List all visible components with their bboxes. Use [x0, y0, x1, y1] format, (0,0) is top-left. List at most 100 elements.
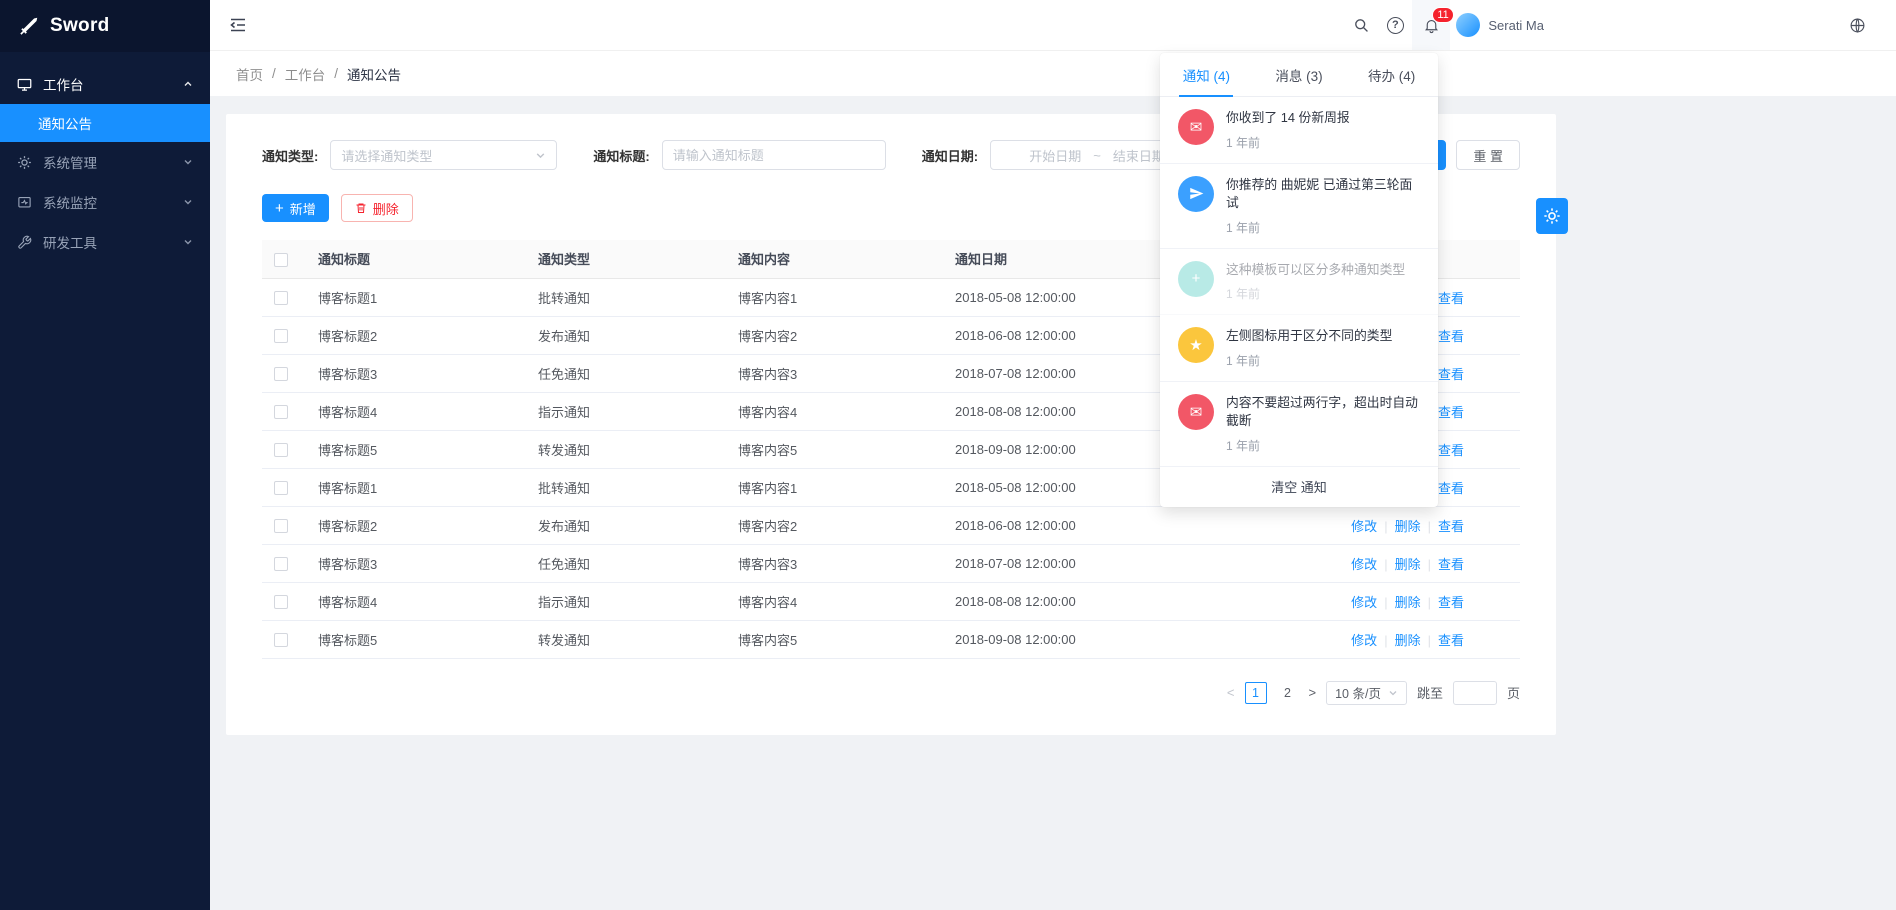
cell-type: 批转通知 — [530, 468, 730, 506]
tab-todo[interactable]: 待办 (4) — [1345, 53, 1438, 96]
help-icon[interactable]: ? — [1378, 0, 1412, 50]
notification-item[interactable]: 你推荐的 曲妮妮 已通过第三轮面试 1 年前 — [1160, 164, 1438, 249]
cell-type: 发布通知 — [530, 506, 730, 544]
row-checkbox[interactable] — [274, 633, 288, 647]
delete-link[interactable]: 删除 — [1395, 519, 1421, 534]
delete-link[interactable]: 删除 — [1395, 595, 1421, 610]
cell-type: 指示通知 — [530, 582, 730, 620]
view-link[interactable]: 查看 — [1438, 405, 1464, 420]
notification-tabs: 通知 (4) 消息 (3) 待办 (4) — [1160, 53, 1438, 97]
view-link[interactable]: 查看 — [1438, 481, 1464, 496]
sidebar-subitem-label: 通知公告 — [38, 113, 92, 133]
chevron-down-icon — [1388, 688, 1398, 698]
cell-title: 博客标题4 — [310, 582, 530, 620]
notice-title-input[interactable] — [662, 140, 886, 170]
bell-icon[interactable]: 11 — [1412, 0, 1450, 50]
chevron-up-icon — [183, 79, 193, 89]
edit-link[interactable]: 修改 — [1351, 519, 1377, 534]
sidebar-item-workbench[interactable]: 工作台 — [0, 64, 210, 104]
row-checkbox[interactable] — [274, 519, 288, 533]
cell-title: 博客标题2 — [310, 506, 530, 544]
delete-link[interactable]: 删除 — [1395, 557, 1421, 572]
cell-date: 2018-09-08 12:00:00 — [947, 620, 1247, 658]
jump-label: 跳至 — [1417, 683, 1443, 702]
row-checkbox[interactable] — [274, 443, 288, 457]
user-menu[interactable]: Serati Ma — [1456, 13, 1544, 37]
search-icon[interactable] — [1344, 0, 1378, 50]
select-all-checkbox[interactable] — [274, 253, 288, 267]
cell-title: 博客标题3 — [310, 544, 530, 582]
cell-type: 发布通知 — [530, 316, 730, 354]
breadcrumb-workbench[interactable]: 工作台 — [285, 64, 326, 84]
notification-item[interactable]: ✉ 你收到了 14 份新周报 1 年前 — [1160, 97, 1438, 164]
filter-type-label: 通知类型: — [262, 146, 318, 165]
pagination: < 1 2 > 10 条/页 跳至 页 — [262, 681, 1520, 705]
view-link[interactable]: 查看 — [1438, 595, 1464, 610]
view-link[interactable]: 查看 — [1438, 519, 1464, 534]
row-checkbox[interactable] — [274, 481, 288, 495]
mail-icon: ✉ — [1178, 394, 1214, 430]
cell-content: 博客内容4 — [730, 582, 947, 620]
row-checkbox[interactable] — [274, 367, 288, 381]
delete-link[interactable]: 删除 — [1395, 633, 1421, 648]
theme-settings-button[interactable] — [1536, 198, 1568, 234]
reset-button[interactable]: 重 置 — [1456, 140, 1520, 170]
view-link[interactable]: 查看 — [1438, 367, 1464, 382]
page-1-button[interactable]: 1 — [1245, 682, 1267, 704]
tab-notice[interactable]: 通知 (4) — [1160, 53, 1253, 96]
view-link[interactable]: 查看 — [1438, 557, 1464, 572]
sidebar-collapse-icon[interactable] — [228, 15, 248, 35]
monitor-icon — [17, 195, 32, 210]
cell-date: 2018-07-08 12:00:00 — [947, 544, 1247, 582]
notification-dropdown: 通知 (4) 消息 (3) 待办 (4) ✉ 你收到了 14 份新周报 1 年前… — [1160, 53, 1438, 507]
sidebar-item-system-monitor[interactable]: 系统监控 — [0, 182, 210, 222]
cell-content: 博客内容3 — [730, 354, 947, 392]
cell-content: 博客内容2 — [730, 506, 947, 544]
notification-item[interactable]: ✉ 内容不要超过两行字，超出时自动截断 1 年前 — [1160, 382, 1438, 467]
plus-icon: + — [1178, 261, 1214, 297]
view-link[interactable]: 查看 — [1438, 291, 1464, 306]
breadcrumb-separator: / — [334, 66, 338, 81]
breadcrumb-home[interactable]: 首页 — [236, 64, 263, 84]
page-size-select[interactable]: 10 条/页 — [1326, 681, 1407, 705]
row-checkbox[interactable] — [274, 329, 288, 343]
view-link[interactable]: 查看 — [1438, 633, 1464, 648]
sidebar-item-notice-active[interactable]: 通知公告 — [0, 104, 210, 142]
jump-page-input[interactable] — [1453, 681, 1497, 705]
view-link[interactable]: 查看 — [1438, 329, 1464, 344]
sidebar-item-label: 工作台 — [43, 74, 84, 94]
view-link[interactable]: 查看 — [1438, 443, 1464, 458]
row-checkbox[interactable] — [274, 291, 288, 305]
notification-title: 你推荐的 曲妮妮 已通过第三轮面试 — [1226, 176, 1420, 213]
globe-icon[interactable] — [1849, 0, 1866, 50]
prev-page-button[interactable]: < — [1227, 685, 1235, 700]
breadcrumb-separator: / — [272, 66, 276, 81]
sidebar-item-label: 系统监控 — [43, 192, 97, 212]
notification-time: 1 年前 — [1226, 352, 1392, 369]
edit-link[interactable]: 修改 — [1351, 557, 1377, 572]
batch-delete-button[interactable]: 删除 — [341, 194, 413, 222]
notification-item-read[interactable]: + 这种模板可以区分多种通知类型 1 年前 — [1160, 249, 1438, 316]
notice-type-select[interactable]: 请选择通知类型 — [330, 140, 557, 170]
sidebar-item-dev-tools[interactable]: 研发工具 — [0, 222, 210, 262]
page-2-button[interactable]: 2 — [1277, 682, 1299, 704]
row-checkbox[interactable] — [274, 595, 288, 609]
chevron-down-icon — [183, 237, 193, 247]
row-checkbox[interactable] — [274, 405, 288, 419]
chevron-down-icon — [535, 150, 546, 161]
row-checkbox[interactable] — [274, 557, 288, 571]
avatar — [1456, 13, 1480, 37]
paper-plane-icon — [1178, 176, 1214, 212]
cell-content: 博客内容5 — [730, 620, 947, 658]
edit-link[interactable]: 修改 — [1351, 633, 1377, 648]
tab-message[interactable]: 消息 (3) — [1253, 53, 1346, 96]
next-page-button[interactable]: > — [1309, 685, 1317, 700]
add-button[interactable]: + 新增 — [262, 194, 329, 222]
clear-notifications-button[interactable]: 清空 通知 — [1160, 467, 1438, 507]
sidebar-item-system-manage[interactable]: 系统管理 — [0, 142, 210, 182]
app-logo: Sword — [0, 0, 210, 52]
table-row: 博客标题2 发布通知 博客内容2 2018-06-08 12:00:00 修改|… — [262, 506, 1520, 544]
cell-content: 博客内容5 — [730, 430, 947, 468]
edit-link[interactable]: 修改 — [1351, 595, 1377, 610]
notification-item[interactable]: ★ 左侧图标用于区分不同的类型 1 年前 — [1160, 315, 1438, 382]
